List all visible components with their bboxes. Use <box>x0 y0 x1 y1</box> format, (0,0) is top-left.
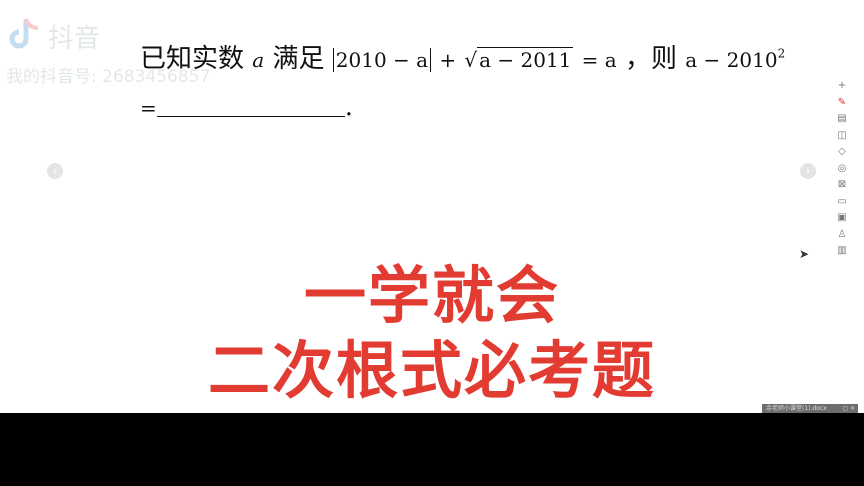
exponent: 2 <box>777 46 786 61</box>
crop-icon[interactable]: ⊠ <box>836 179 848 191</box>
question-line-1: 已知实数 a 满足 2010 − a + √ a − 2011 = a ，则 a … <box>140 38 785 75</box>
variable-a: a <box>252 48 265 72</box>
eraser-icon[interactable]: ◇ <box>836 146 848 158</box>
question-line-2: =. <box>140 92 353 122</box>
next-page-button[interactable]: › <box>800 163 816 179</box>
question-prefix: 已知实数 <box>140 44 245 74</box>
answer-period: . <box>344 92 354 122</box>
plus-icon[interactable]: + <box>836 80 848 92</box>
image-icon[interactable]: ▣ <box>836 212 848 224</box>
file-tab-bar[interactable]: 余老师小课堂(1).docx ▢ ✕ <box>762 404 858 413</box>
pen-icon[interactable]: ✎ <box>836 97 848 109</box>
prev-page-button[interactable]: ‹ <box>47 163 63 179</box>
text-icon[interactable]: ▤ <box>836 113 848 125</box>
title-line-2: 二次根式必考题 <box>207 334 656 407</box>
douyin-logo-icon <box>9 18 39 49</box>
target-expression: a − 2010 <box>685 48 778 72</box>
whiteboard-canvas: 抖音 我的抖音号: 2683456857 已知实数 a 满足 2010 − a … <box>0 0 864 413</box>
question-then: ，则 <box>624 44 677 74</box>
drawing-toolbar: + ✎ ▤ ◫ ◇ ◎ ⊠ ▭ ▣ ♙ ▥ <box>834 80 850 262</box>
user-icon[interactable]: ♙ <box>836 229 848 241</box>
watermark-brand: 抖音 <box>48 24 101 54</box>
sqrt-expression: a − 2011 <box>477 47 574 72</box>
equals-a: = a <box>581 48 617 72</box>
answer-blank <box>156 94 345 117</box>
target-icon[interactable]: ◎ <box>836 163 848 175</box>
file-tab-label: 余老师小课堂(1).docx <box>766 405 827 412</box>
bottom-black-bar <box>0 413 864 486</box>
file-tab-controls[interactable]: ▢ ✕ <box>842 404 855 413</box>
plus-sign: + <box>439 48 457 72</box>
sqrt-symbol: √ <box>464 48 478 72</box>
layers-icon[interactable]: ◫ <box>836 130 848 142</box>
box-icon[interactable]: ▭ <box>836 196 848 208</box>
question-middle: 满足 <box>272 44 325 74</box>
answer-equals: = <box>140 96 157 120</box>
absolute-value-expression: 2010 − a <box>332 48 432 72</box>
